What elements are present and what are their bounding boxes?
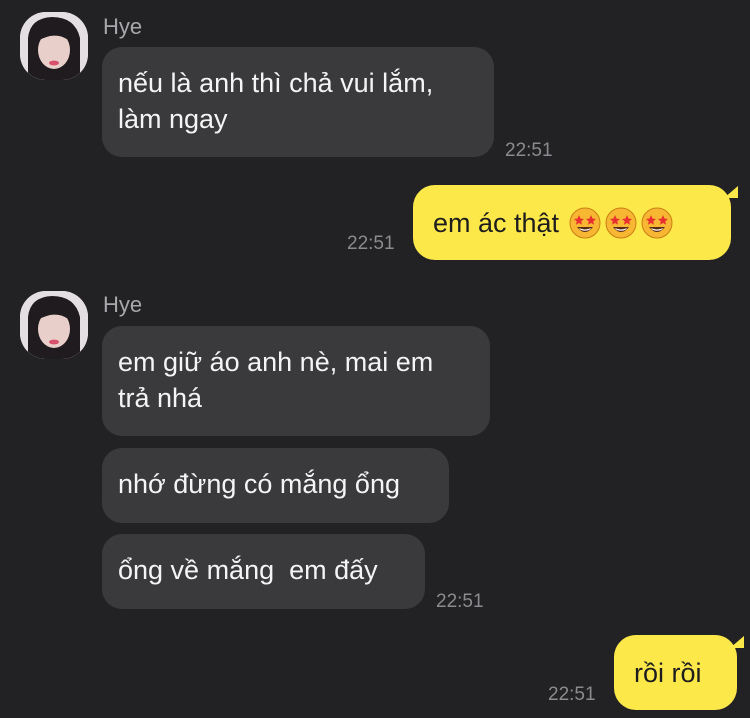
message-text: em ác thật [433, 207, 560, 238]
message-bubble-incoming[interactable]: em giữ áo anh nè, mai em trả nhá [102, 326, 490, 436]
bubble-tail [724, 186, 738, 198]
avatar[interactable] [20, 291, 88, 359]
message-text: rồi rồi [634, 657, 702, 688]
message-timestamp: 22:51 [436, 591, 484, 612]
message-bubble-outgoing[interactable]: em ác thật [413, 185, 731, 260]
chat-window[interactable]: Hye nếu là anh thì chả vui lắm, làm ngay… [0, 0, 750, 718]
message-bubble-incoming[interactable]: nếu là anh thì chả vui lắm, làm ngay [102, 47, 494, 157]
message-bubble-outgoing[interactable]: rồi rồi [614, 635, 737, 710]
message-timestamp: 22:51 [505, 140, 553, 161]
star-struck-icon [605, 207, 637, 238]
message-bubble-incoming[interactable]: nhớ đừng có mắng ổng [102, 448, 449, 523]
message-timestamp: 22:51 [548, 684, 596, 705]
star-struck-icon [569, 207, 601, 238]
message-timestamp: 22:51 [347, 233, 395, 254]
message-bubble-incoming[interactable]: ổng về mắng em đấy [102, 534, 425, 609]
bubble-tail [730, 636, 744, 648]
avatar[interactable] [20, 12, 88, 80]
sender-name: Hye [103, 292, 143, 317]
sender-name: Hye [103, 14, 143, 39]
star-struck-icon [641, 207, 673, 238]
